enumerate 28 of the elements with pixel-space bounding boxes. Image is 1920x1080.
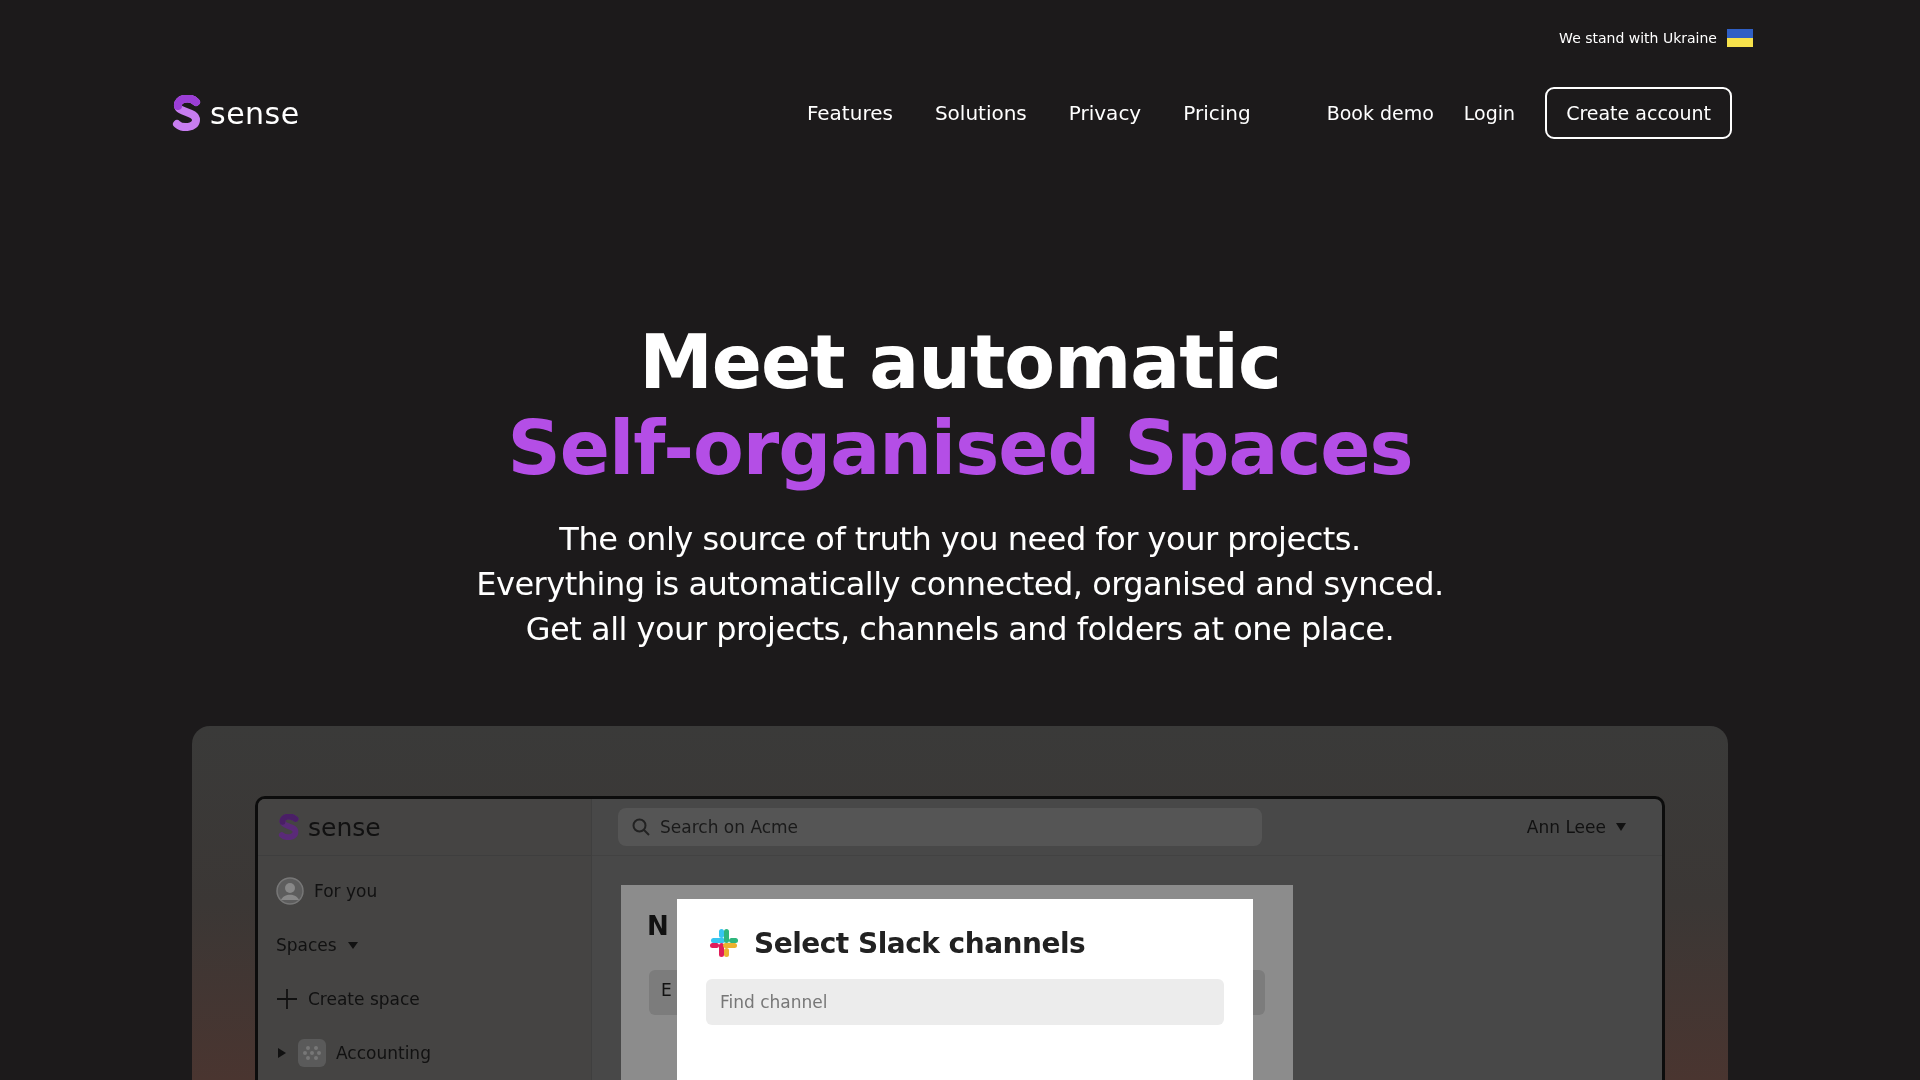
nav-link[interactable]: Privacy — [1068, 101, 1142, 125]
create-account-button[interactable]: Create account — [1545, 87, 1732, 139]
logo-icon — [278, 814, 300, 840]
hero-subtitle-line: The only source of truth you need for your projects. — [559, 519, 1361, 560]
nav-link[interactable]: Solutions — [934, 101, 1027, 125]
hero-subtitle-line: Everything is automatically connected, organised and synced. — [476, 564, 1444, 605]
page-heading: N — [647, 911, 669, 941]
caret-icon[interactable] — [346, 939, 359, 951]
plus-icon — [276, 988, 298, 1010]
caret-icon[interactable] — [276, 1047, 288, 1059]
hero-highlight: Self-organised Spaces — [507, 405, 1413, 491]
space-icon — [298, 1039, 326, 1067]
nav-link[interactable]: Login — [1463, 102, 1516, 124]
nav-link[interactable]: Book demo — [1326, 102, 1434, 124]
ukraine-support-text: We stand with Ukraine — [1559, 30, 1717, 46]
nav-link[interactable]: Pricing — [1183, 101, 1251, 125]
hero-title: Meet automatic — [639, 319, 1281, 405]
logo-text[interactable]: sense — [210, 95, 300, 131]
hero-subtitle-line: Get all your projects, channels and folders at one place. — [525, 609, 1395, 650]
search-field[interactable]: Search on Acme — [618, 808, 1262, 846]
avatar-icon — [276, 877, 304, 905]
flag-icon — [1727, 29, 1753, 47]
caret-icon — [1616, 823, 1626, 831]
nav-link[interactable]: Features — [806, 101, 893, 125]
logo-icon[interactable] — [172, 95, 202, 131]
dialog-title: Select Slack channels — [754, 926, 1086, 960]
search-field[interactable]: Find channel — [706, 979, 1224, 1025]
search-icon — [632, 818, 650, 836]
